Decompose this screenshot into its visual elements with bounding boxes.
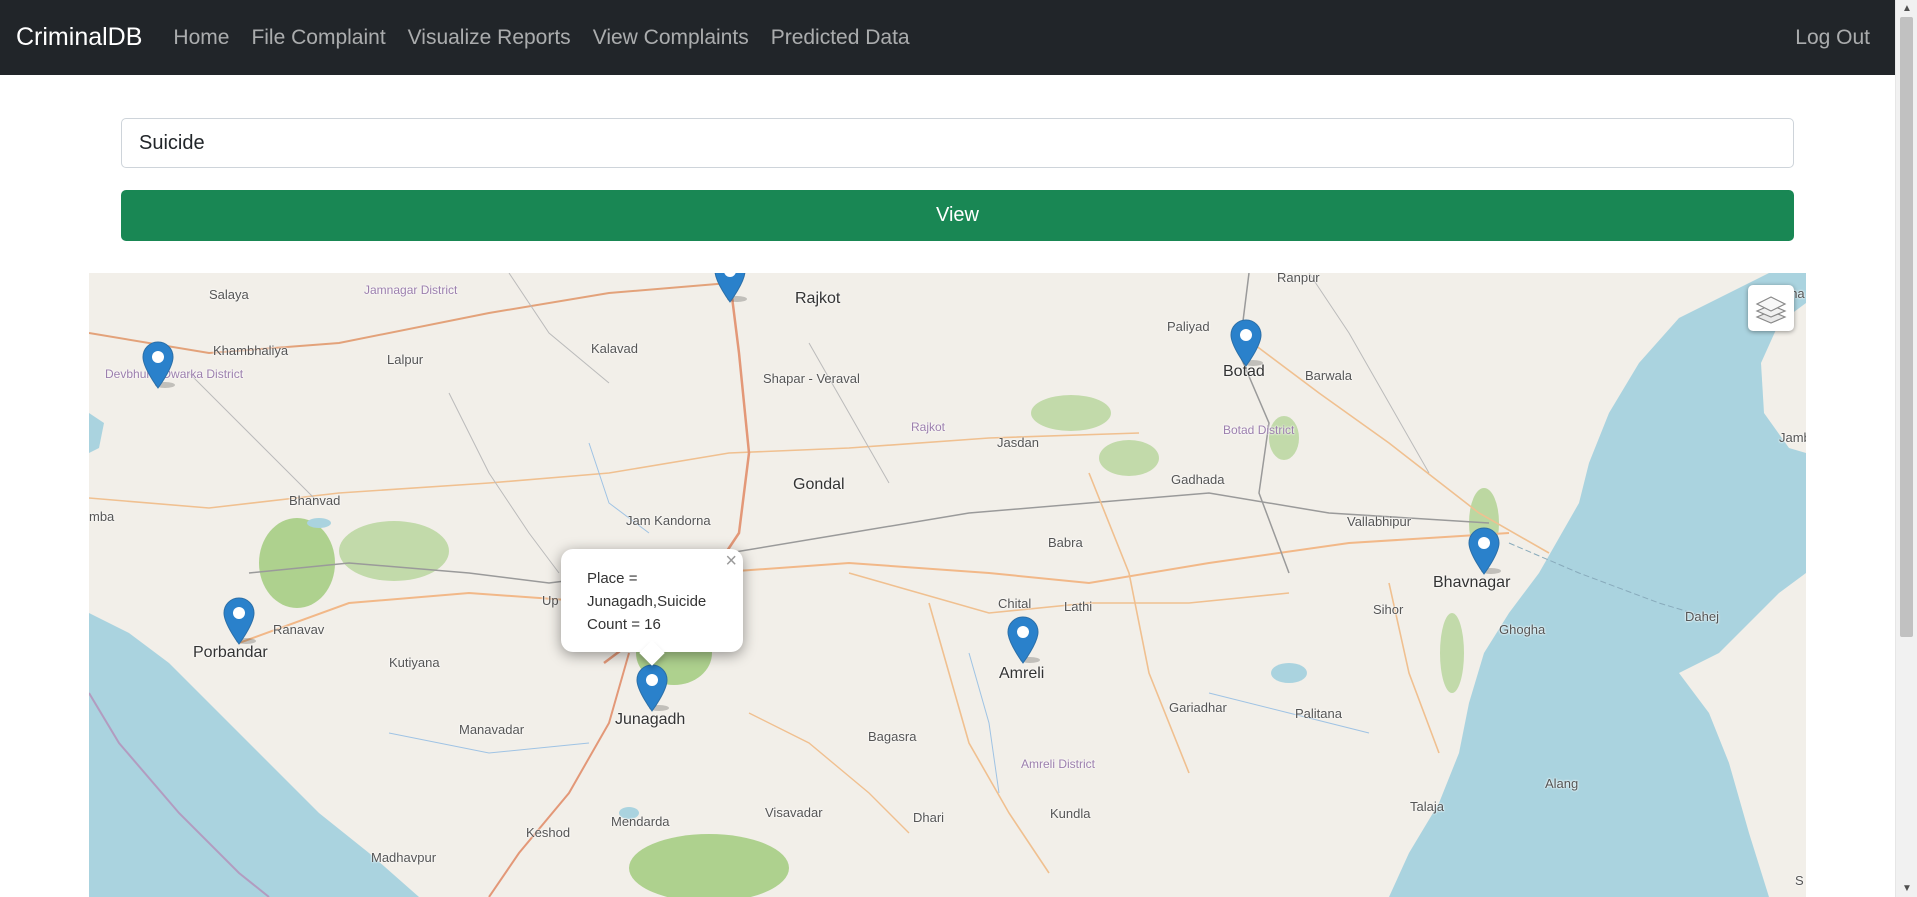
map-marker-amreli[interactable] [1006, 616, 1040, 664]
layers-icon [1755, 296, 1787, 324]
map-label-visavadar: Visavadar [765, 805, 823, 820]
map-label-kundla: Kundla [1050, 806, 1091, 821]
map-label-bhanvad: Bhanvad [289, 493, 341, 508]
map-label-talaja: Talaja [1410, 799, 1444, 814]
map-popup: × Place = Junagadh,Suicide Count = 16 [561, 549, 743, 666]
logout-link[interactable]: Log Out [1784, 26, 1881, 50]
map-label-lalpur: Lalpur [387, 352, 424, 367]
map-label-madhavpur: Madhavpur [371, 850, 437, 865]
map-label-kalavad: Kalavad [591, 341, 638, 356]
map-label-bhavnagar: Bhavnagar [1433, 574, 1511, 591]
map-marker-bhavnagar[interactable] [1467, 527, 1501, 575]
map-label-ranavav: Ranavav [273, 622, 325, 637]
map-marker-porbandar[interactable] [222, 597, 256, 645]
map-layers-control[interactable] [1748, 285, 1794, 331]
map-marker-junagadh[interactable] [635, 664, 669, 712]
brand-link[interactable]: CriminalDB [16, 23, 142, 52]
map-label-lathi: Lathi [1064, 599, 1093, 614]
map-label-mendarda: Mendarda [611, 814, 670, 829]
map-label-gadhada: Gadhada [1171, 472, 1225, 487]
map-label-bagasra: Bagasra [868, 729, 917, 744]
map-label-salaya: Salaya [209, 287, 249, 302]
map-label-ghogha: Ghogha [1499, 622, 1546, 637]
scroll-up-arrow-icon[interactable]: ▲ [1896, 0, 1917, 17]
popup-count: Count = 16 [587, 616, 661, 633]
map-label-sihor: Sihor [1373, 602, 1404, 617]
map-label-s: S [1795, 873, 1804, 888]
map-label-jasdan: Jasdan [997, 435, 1039, 450]
map-label-amreli-district: Amreli District [1021, 757, 1095, 771]
nav-file-complaint[interactable]: File Complaint [240, 26, 396, 50]
nav-home[interactable]: Home [162, 26, 240, 50]
map-label-jamnagar-district: Jamnagar District [364, 283, 458, 297]
map-marker-devbhumi-dwarka[interactable] [141, 341, 175, 389]
map-label-mba: mba [89, 509, 115, 524]
map-label-alang: Alang [1545, 776, 1579, 791]
popup-place-value: Junagadh,Suicide [587, 593, 707, 610]
map-label-jamb: Jamb [1779, 430, 1806, 445]
crime-map[interactable]: Salaya Jamnagar District Rajkot Ranpur K… [89, 273, 1806, 897]
navbar: CriminalDB Home File Complaint Visualize… [0, 0, 1895, 75]
map-label-ranpur: Ranpur [1277, 273, 1320, 285]
nav-view-complaints[interactable]: View Complaints [582, 26, 760, 50]
map-marker-rajkot[interactable] [713, 273, 747, 303]
map-label-junagadh: Junagadh [615, 711, 686, 728]
scroll-thumb[interactable] [1900, 17, 1913, 637]
map-label-jam-kandorna: Jam Kandorna [626, 513, 711, 528]
map-label-barwala: Barwala [1305, 368, 1352, 383]
page-scrollbar[interactable]: ▲ ▼ [1895, 0, 1917, 897]
map-label-botad-district: Botad District [1223, 423, 1295, 437]
map-label-paliyad: Paliyad [1167, 319, 1210, 334]
map-label-manavadar: Manavadar [459, 722, 525, 737]
map-label-gariadhar: Gariadhar [1169, 700, 1227, 715]
scroll-down-arrow-icon[interactable]: ▼ [1896, 880, 1917, 897]
map-label-dahej: Dahej [1685, 609, 1719, 624]
map-label-rajkot: Rajkot [795, 290, 841, 307]
map-label-vallabhipur: Vallabhipur [1347, 514, 1412, 529]
map-label-khambhaliya: Khambhaliya [213, 343, 289, 358]
popup-place-line: Place = [587, 570, 638, 587]
map-label-babra: Babra [1048, 535, 1083, 550]
map-label-dhari: Dhari [913, 810, 945, 825]
map-label-shapar-veraval: Shapar - Veraval [763, 371, 860, 386]
map-label-chital: Chital [998, 596, 1032, 611]
nav-predicted-data[interactable]: Predicted Data [760, 26, 921, 50]
map-label-rajkot-district: Rajkot [911, 420, 946, 434]
crime-search-input[interactable] [121, 118, 1794, 168]
map-label-porbandar: Porbandar [193, 644, 268, 661]
map-tiles [89, 273, 1806, 897]
map-label-keshod: Keshod [526, 825, 571, 840]
map-label-up: Up [542, 593, 559, 608]
nav-visualize-reports[interactable]: Visualize Reports [397, 26, 582, 50]
view-button[interactable]: View [121, 190, 1794, 241]
map-label-kutiyana: Kutiyana [389, 655, 440, 670]
map-label-amreli: Amreli [999, 665, 1045, 682]
popup-close-icon[interactable]: × [725, 551, 737, 571]
map-label-gondal: Gondal [793, 476, 845, 493]
map-marker-botad[interactable] [1229, 319, 1263, 367]
map-label-palitana: Palitana [1295, 706, 1342, 721]
